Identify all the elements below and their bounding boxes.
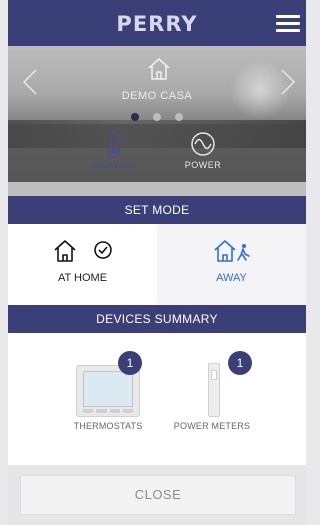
set-mode-title: SET MODE [8, 196, 306, 224]
home-carousel: DEMO CASA HEATING POWER [8, 46, 306, 182]
thermostats-count-badge: 1 [118, 351, 142, 375]
heating-shortcut[interactable]: HEATING [80, 130, 150, 170]
home-name: DEMO CASA [121, 90, 193, 102]
close-button[interactable]: CLOSE [20, 475, 296, 515]
pager-dot[interactable] [130, 113, 139, 121]
power-meters-label: POWER METERS [173, 421, 251, 431]
mode-away-label: AWAY [216, 272, 247, 284]
perry-logo: PERRY [116, 12, 198, 36]
power-shortcut[interactable]: POWER [168, 130, 238, 170]
power-meter-device-icon [208, 363, 220, 417]
devices-summary-panel: 1 THERMOSTATS 1 POWER METERS [8, 333, 306, 465]
mode-at-home-button[interactable]: AT HOME [8, 224, 157, 305]
set-mode-panel: AT HOME AWAY [8, 224, 306, 305]
power-label: POWER [184, 160, 222, 170]
check-circle-icon [93, 241, 112, 259]
thermostats-label: THERMOSTATS [73, 421, 143, 431]
power-meters-count-badge: 1 [228, 351, 252, 375]
mode-at-home-label: AT HOME [57, 272, 108, 284]
home-away-icon [157, 238, 306, 264]
pager-dot[interactable] [175, 113, 184, 121]
devices-summary-title: DEVICES SUMMARY [8, 305, 306, 333]
pager-dot[interactable] [153, 113, 161, 121]
mode-away-button[interactable]: AWAY [157, 224, 306, 305]
power-wave-icon [191, 132, 215, 156]
heating-label: HEATING [93, 160, 137, 170]
footer: CLOSE [8, 465, 306, 525]
carousel-pager [8, 108, 306, 126]
home-icon [146, 56, 172, 82]
thermometer-icon [107, 130, 123, 158]
app-header: PERRY [8, 0, 306, 46]
hamburger-menu-icon[interactable] [276, 15, 300, 33]
home-icon [53, 240, 76, 262]
